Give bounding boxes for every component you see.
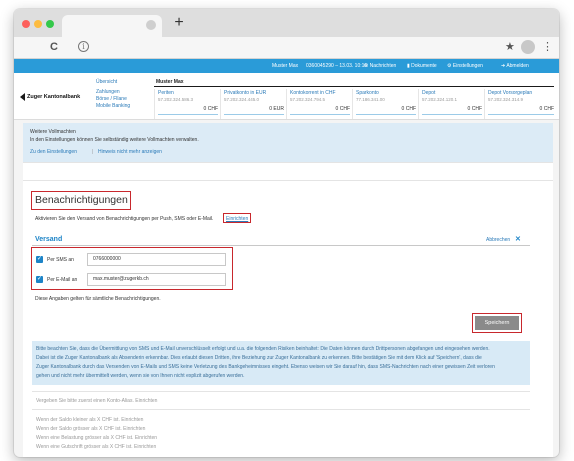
messages-label: Nachrichten — [369, 63, 397, 69]
account-name: Privatkonto in EUR — [224, 90, 267, 96]
setup-link[interactable]: Einrichten — [226, 216, 248, 222]
site-top-bar: Muster Max 0360045290 – 13.03. 10:16 ✉ N… — [14, 59, 559, 73]
account-tile[interactable]: Kontokorrent in CHF 57.202.324.794.5 0 C… — [286, 89, 352, 119]
rule-item[interactable]: Wenn eine Belastung grösser als X CHF is… — [36, 435, 157, 441]
account-name: Sparkonto — [356, 90, 379, 96]
to-settings-link[interactable]: Zu den Einstellungen — [30, 149, 77, 155]
account-underline — [356, 114, 416, 115]
email-label: Per E-Mail an — [47, 277, 78, 283]
logout-link[interactable]: ➜ Abmelden — [501, 63, 529, 69]
vollmachten-title: Weitere Vollmachten — [30, 129, 76, 135]
bank-name: Zuger Kantonalbank — [27, 94, 81, 100]
account-balance: 0 CHF — [203, 106, 218, 112]
close-window-button[interactable] — [22, 20, 30, 28]
rule-item[interactable]: Wenn eine Gutschrift grösser als X CHF i… — [36, 444, 156, 450]
cancel-link[interactable]: Abbrechen — [486, 237, 510, 243]
rule-item[interactable]: Wenn der Saldo grösser als X CHF ist. Ei… — [36, 426, 145, 432]
site-header: Zuger Kantonalbank Übersicht Zahlungen B… — [14, 73, 559, 120]
account-name: Depot Vorsorgeplan — [488, 90, 533, 96]
browser-tab[interactable] — [62, 15, 162, 37]
disclaimer-line: Dabei ist die Zuger Kantonalbank als Abs… — [36, 355, 482, 361]
vollmachten-text: In den Einstellungen können Sie selbstän… — [30, 137, 199, 143]
nav-payments[interactable]: Zahlungen — [96, 89, 120, 95]
nav-exchange[interactable]: Börse / Fllane — [96, 96, 127, 102]
page-title: Benachrichtigungen — [35, 194, 128, 206]
section-divider — [32, 391, 530, 392]
account-balance: 0 CHF — [335, 106, 350, 112]
logout-label: Abmelden — [506, 63, 529, 69]
disclaimer-line: Zuger Kantonalbank durch das Versenden v… — [36, 364, 495, 370]
account-number: 57.202.324.445.0 — [224, 97, 260, 102]
account-underline — [422, 114, 482, 115]
link-separator: | — [92, 149, 94, 155]
close-icon[interactable]: ✕ — [515, 235, 521, 243]
nav-mobile-banking[interactable]: Mobile Banking — [96, 103, 130, 109]
email-checkbox[interactable]: ✓ — [36, 276, 43, 283]
account-owner: Muster Max — [156, 79, 184, 85]
account-tile[interactable]: Periten 57.202.324.586.3 0 CHF — [154, 89, 220, 119]
save-button[interactable]: Speichern — [475, 316, 519, 330]
minimize-window-button[interactable] — [34, 20, 42, 28]
alias-hint: Vergeben Sie bitte zuerst einen Konto-Al… — [36, 398, 158, 404]
section-divider — [23, 180, 553, 181]
section-divider — [23, 162, 553, 163]
account-name: Periten — [158, 90, 174, 96]
account-name: Depot — [422, 90, 436, 96]
account-balance: 0 EUR — [269, 106, 284, 112]
bookmark-star-icon[interactable]: ★ — [505, 40, 515, 54]
logged-in-user: Muster Max — [272, 63, 299, 69]
account-underline — [290, 114, 350, 115]
account-number: 57.202.324.794.5 — [290, 97, 326, 102]
sms-number-field[interactable]: 0766000000 — [87, 253, 226, 266]
documents-label: Dokumente — [411, 63, 437, 69]
disclaimer-line: gehen und nicht mehr übermittelt werden,… — [36, 373, 245, 379]
session-info: 0360045290 – 13.03. 10:16 — [306, 63, 368, 69]
account-underline — [488, 114, 554, 115]
main-panel — [23, 123, 553, 457]
maximize-window-button[interactable] — [46, 20, 54, 28]
notifications-intro: Aktivieren Sie den Versand von Benachric… — [35, 216, 214, 222]
reload-icon[interactable]: C — [50, 40, 58, 54]
account-number: 57.202.324.120.1 — [422, 97, 458, 102]
versand-heading: Versand — [35, 236, 63, 243]
email-field[interactable]: max.muster@zugerkb.ch — [87, 273, 226, 286]
account-name: Kontokorrent in CHF — [290, 90, 336, 96]
documents-link[interactable]: ▮ Dokumente — [407, 63, 437, 69]
section-divider — [32, 409, 530, 410]
account-tile[interactable]: Depot Vorsorgeplan 57.202.324.314.9 0 CH… — [484, 89, 556, 119]
browser-menu-icon[interactable]: ⋮ — [542, 40, 553, 54]
owner-divider — [154, 86, 554, 87]
account-underline — [224, 114, 284, 115]
nav-overview[interactable]: Übersicht — [96, 79, 117, 85]
tab-close-icon[interactable] — [146, 20, 156, 30]
account-underline — [158, 114, 218, 115]
settings-link[interactable]: ⚙ Einstellungen — [447, 63, 483, 69]
account-number: 57.202.324.314.9 — [488, 97, 524, 102]
new-tab-button[interactable]: + — [172, 14, 186, 32]
profile-avatar[interactable] — [521, 40, 535, 54]
sms-checkbox[interactable]: ✓ — [36, 256, 43, 263]
account-balance: 0 CHF — [467, 106, 482, 112]
info-icon[interactable]: i — [78, 41, 89, 52]
disclaimer-line: Bitte beachten Sie, dass die Übermittlun… — [36, 346, 490, 352]
account-tile[interactable]: Depot 57.202.324.120.1 0 CHF — [418, 89, 484, 119]
browser-tab-strip: + — [14, 9, 559, 37]
account-tile[interactable]: Sparkonto 77.186.341.00 0 CHF — [352, 89, 418, 119]
account-tile[interactable]: Privatkonto in EUR 57.202.324.445.0 0 EU… — [220, 89, 286, 119]
sms-label: Per SMS an — [47, 257, 74, 263]
account-balance: 0 CHF — [539, 106, 554, 112]
settings-label: Einstellungen — [452, 63, 483, 69]
rule-item[interactable]: Wenn der Saldo kleiner als X CHF ist. Ei… — [36, 417, 143, 423]
messages-link[interactable]: ✉ Nachrichten — [364, 63, 396, 69]
validity-hint: Diese Angaben gelten für sämtliche Benac… — [35, 296, 161, 302]
screenshot-stage: + C i ★ ⋮ Muster Max 0360045290 – 13.03.… — [0, 0, 574, 461]
account-number: 77.186.341.00 — [356, 97, 385, 102]
vollmachten-notice — [23, 123, 553, 163]
versand-divider — [32, 245, 530, 246]
bank-logo-icon — [20, 93, 25, 101]
account-number: 57.202.324.586.3 — [158, 97, 194, 102]
hide-hint-link[interactable]: Hinweis nicht mehr anzeigen — [98, 149, 162, 155]
account-balance: 0 CHF — [401, 106, 416, 112]
browser-toolbar: C i ★ ⋮ — [14, 37, 559, 59]
